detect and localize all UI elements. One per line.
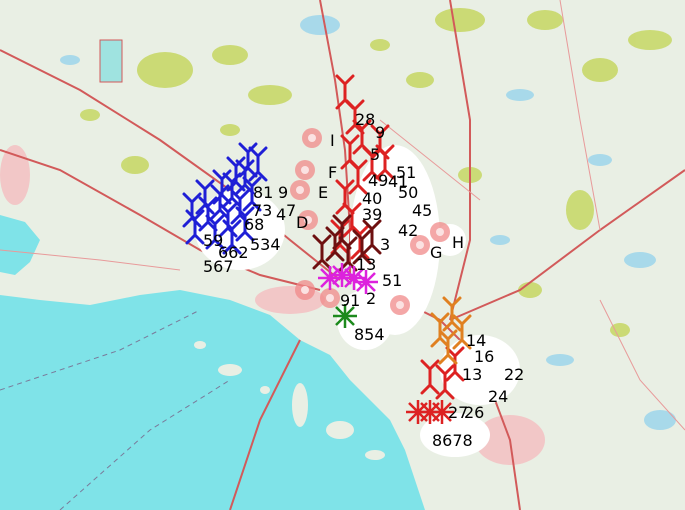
number-label: 13 — [462, 365, 482, 384]
number-label: 42 — [398, 221, 418, 240]
number-label: 8678 — [432, 431, 473, 450]
number-label: 91 — [340, 291, 360, 310]
site-letter: G — [430, 243, 442, 262]
number-label: 45 — [412, 201, 432, 220]
protected-area — [99, 39, 123, 83]
site-letter: F — [328, 163, 337, 182]
number-label: 16 — [474, 347, 494, 366]
number-label: 39 — [362, 205, 382, 224]
number-label: 26 — [464, 403, 484, 422]
number-label: 567 — [203, 257, 234, 276]
number-label: 7 — [286, 201, 296, 220]
number-label: 9 — [278, 183, 288, 202]
number-label: 51 — [382, 271, 402, 290]
site-letter: H — [452, 233, 464, 252]
site-letter: E — [318, 183, 328, 202]
number-label: 28 — [355, 110, 375, 129]
number-label: 13 — [356, 255, 376, 274]
number-label: 3 — [380, 235, 390, 254]
map-canvas[interactable]: I F E D G H 28 9 5 51 49 41 50 40 39 45 … — [0, 0, 685, 510]
number-label: 854 — [354, 325, 385, 344]
number-label: 81 — [253, 183, 273, 202]
number-label: 24 — [488, 387, 508, 406]
number-label: 68 — [244, 215, 264, 234]
number-label: 534 — [250, 235, 281, 254]
map-view[interactable]: I F E D G H 28 9 5 51 49 41 50 40 39 45 … — [0, 0, 685, 510]
number-label: 4 — [276, 205, 286, 224]
site-letter: D — [296, 213, 308, 232]
number-label: 49 — [368, 171, 388, 190]
number-label: 5 — [370, 145, 380, 164]
number-label: 2 — [366, 289, 376, 308]
number-label: 9 — [375, 123, 385, 142]
number-label: 22 — [504, 365, 524, 384]
site-letter: I — [330, 131, 335, 150]
number-label: 50 — [398, 183, 418, 202]
